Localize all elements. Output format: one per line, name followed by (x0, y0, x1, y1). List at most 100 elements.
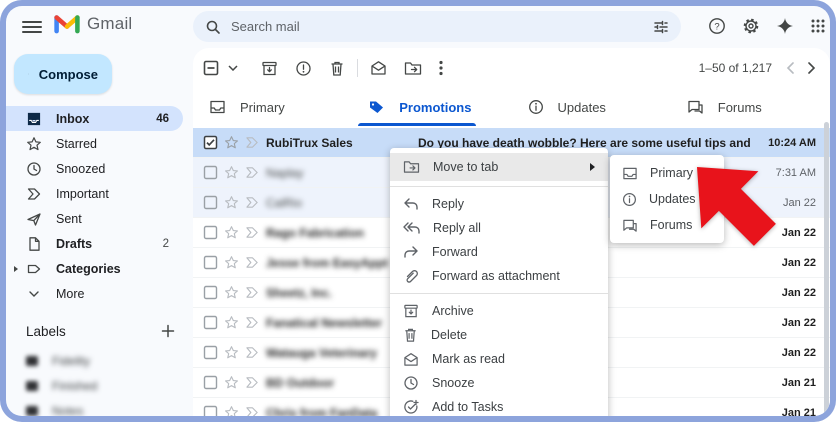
label-color-icon (26, 356, 38, 366)
inbox-tabs: Primary Promotions Updates Forums (193, 88, 830, 126)
sidebar-item-label: Sent (56, 212, 82, 226)
row-checkbox[interactable] (203, 225, 218, 240)
star-toggle-icon[interactable] (224, 135, 239, 150)
star-toggle-icon[interactable] (224, 165, 239, 180)
more-options-button[interactable] (439, 60, 443, 76)
importance-marker-icon[interactable] (245, 376, 260, 389)
screenshot-frame: Gmail Search mail ? (0, 0, 836, 422)
label-name: Fidelity (52, 354, 90, 368)
compose-button[interactable]: Compose (14, 54, 112, 94)
menu-item-move-to-tab[interactable]: Move to tab (390, 153, 608, 181)
menu-item-reply[interactable]: Reply (390, 192, 608, 216)
select-dropdown-button[interactable] (228, 65, 238, 71)
menu-item-snooze[interactable]: Snooze (390, 371, 608, 395)
row-checkbox[interactable] (203, 315, 218, 330)
star-toggle-icon[interactable] (224, 345, 239, 360)
label-item[interactable]: Fidelity (6, 348, 193, 373)
star-toggle-icon[interactable] (224, 405, 239, 416)
star-toggle-icon[interactable] (224, 315, 239, 330)
sidebar-item-drafts[interactable]: Drafts 2 (6, 231, 183, 256)
sidebar-item-sent[interactable]: Sent (6, 206, 183, 231)
reply-all-icon (403, 221, 420, 235)
importance-marker-icon[interactable] (245, 196, 260, 209)
sidebar-item-important[interactable]: Important (6, 181, 183, 206)
row-checkbox[interactable] (203, 165, 218, 180)
labels-title: Labels (26, 324, 66, 339)
primary-tab-icon (622, 166, 638, 181)
search-options-icon[interactable] (653, 19, 669, 35)
email-date: Jan 21 (752, 407, 816, 417)
importance-marker-icon[interactable] (245, 166, 260, 179)
label-item[interactable]: Finished (6, 373, 193, 398)
apps-grid-icon (810, 18, 826, 34)
star-toggle-icon[interactable] (224, 285, 239, 300)
toolbar-divider (357, 59, 358, 77)
tab-updates[interactable]: Updates (512, 88, 671, 126)
report-spam-button[interactable] (295, 60, 312, 77)
menu-item-delete[interactable]: Delete (390, 323, 608, 347)
archive-icon (261, 60, 278, 77)
delete-button[interactable] (329, 60, 345, 77)
row-checkbox-checked[interactable] (203, 135, 218, 150)
row-checkbox[interactable] (203, 375, 218, 390)
important-marker-icon (26, 186, 42, 202)
archive-icon (403, 303, 419, 319)
expand-arrow-icon[interactable] (14, 266, 18, 272)
chevron-right-icon (808, 62, 816, 74)
main-menu-icon[interactable] (22, 17, 42, 37)
row-checkbox[interactable] (203, 285, 218, 300)
importance-marker-icon[interactable] (245, 406, 260, 416)
search-input[interactable]: Search mail (231, 19, 643, 34)
menu-item-forward[interactable]: Forward (390, 240, 608, 264)
sidebar-item-more[interactable]: More (6, 281, 183, 306)
importance-marker-icon[interactable] (245, 316, 260, 329)
row-checkbox[interactable] (203, 195, 218, 210)
row-checkbox[interactable] (203, 405, 218, 416)
label-item[interactable]: Notes (6, 398, 193, 416)
sidebar-item-inbox[interactable]: Inbox 46 (6, 106, 183, 131)
tag-icon (26, 261, 42, 277)
move-to-button[interactable] (404, 61, 422, 76)
menu-item-mark-as-read[interactable]: Mark as read (390, 347, 608, 371)
mark-read-button[interactable] (370, 60, 387, 76)
menu-item-reply-all[interactable]: Reply all (390, 216, 608, 240)
menu-item-archive[interactable]: Archive (390, 299, 608, 323)
star-toggle-icon[interactable] (224, 225, 239, 240)
sidebar-item-categories[interactable]: Categories (6, 256, 183, 281)
email-date: Jan 22 (752, 287, 816, 299)
importance-marker-icon[interactable] (245, 226, 260, 239)
sidebar-item-snoozed[interactable]: Snoozed (6, 156, 183, 181)
list-toolbar: 1–50 of 1,217 (193, 48, 830, 88)
gemini-button[interactable] (776, 17, 794, 35)
report-spam-icon (295, 60, 312, 77)
settings-button[interactable] (742, 17, 760, 35)
star-toggle-icon[interactable] (224, 255, 239, 270)
row-checkbox[interactable] (203, 255, 218, 270)
email-date: Jan 22 (752, 317, 816, 329)
tab-label: Forums (718, 100, 762, 115)
sidebar-item-starred[interactable]: Starred (6, 131, 183, 156)
tab-label: Primary (240, 100, 285, 115)
star-toggle-icon[interactable] (224, 375, 239, 390)
tab-primary[interactable]: Primary (193, 88, 352, 126)
sidebar: Compose Inbox 46 Starred Snoozed Importa… (6, 48, 193, 416)
tab-promotions[interactable]: Promotions (352, 88, 511, 126)
help-button[interactable]: ? (708, 17, 726, 35)
tab-forums[interactable]: Forums (671, 88, 830, 126)
newer-page-button[interactable] (786, 62, 794, 74)
menu-item-add-to-tasks[interactable]: Add to Tasks (390, 395, 608, 416)
importance-marker-icon[interactable] (245, 256, 260, 269)
apps-grid-button[interactable] (810, 18, 826, 34)
create-label-button[interactable] (161, 324, 175, 338)
scrollbar[interactable] (824, 122, 829, 414)
archive-button[interactable] (261, 60, 278, 77)
importance-marker-icon[interactable] (245, 346, 260, 359)
row-checkbox[interactable] (203, 345, 218, 360)
menu-item-forward-attachment[interactable]: Forward as attachment (390, 264, 608, 288)
select-all-checkbox[interactable] (203, 60, 219, 76)
importance-marker-icon[interactable] (245, 286, 260, 299)
search-bar[interactable]: Search mail (193, 11, 681, 42)
star-toggle-icon[interactable] (224, 195, 239, 210)
importance-marker-icon[interactable] (245, 136, 260, 149)
older-page-button[interactable] (808, 62, 816, 74)
